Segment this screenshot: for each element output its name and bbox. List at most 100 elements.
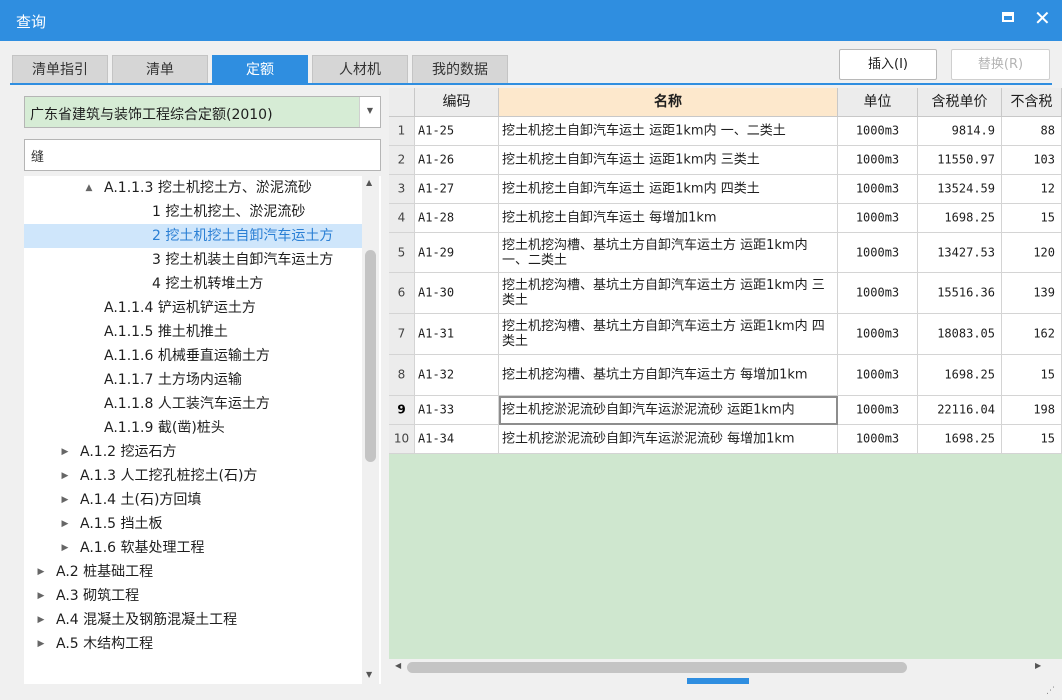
code-cell[interactable]: A1-26 [415,146,499,175]
tree-node[interactable]: ▶ A.1.6 软基处理工程 [24,536,364,560]
tax-price-header[interactable]: 含税单价 [918,88,1002,117]
tree-node[interactable]: 2 挖土机挖土自卸汽车运土方 [24,224,364,248]
chevron-down-icon[interactable]: ▼ [359,97,380,127]
tax-price-cell[interactable]: 13524.59 [918,175,1002,204]
close-icon[interactable]: ✕ [1034,6,1051,30]
code-cell[interactable]: A1-30 [415,273,499,314]
code-cell[interactable]: A1-25 [415,117,499,146]
unit-cell[interactable]: 1000m3 [838,175,918,204]
tax-price-cell[interactable]: 18083.05 [918,314,1002,355]
tree-node[interactable]: A.1.1.4 铲运机铲运土方 [24,296,364,320]
name-cell[interactable]: 挖土机挖沟槽、基坑土方自卸汽车运土方 每增加1km [499,355,838,396]
tree-node[interactable]: ▶ A.4 混凝土及钢筋混凝土工程 [24,608,364,632]
extax-price-cell[interactable]: 15 [1002,355,1062,396]
unit-cell[interactable]: 1000m3 [838,355,918,396]
tree-node[interactable]: A.1.1.8 人工装汽车运土方 [24,392,364,416]
scroll-left-icon[interactable]: ◀ [395,661,401,670]
code-cell[interactable]: A1-27 [415,175,499,204]
tree-node[interactable]: A.1.1.9 截(凿)桩头 [24,416,364,440]
collapse-icon[interactable]: ▲ [83,176,95,200]
tree-node[interactable]: ▶ A.3 砌筑工程 [24,584,364,608]
name-header[interactable]: 名称 [499,88,838,117]
name-cell[interactable]: 挖土机挖土自卸汽车运土 运距1km内 三类土 [499,146,838,175]
tree-scrollbar[interactable]: ▲ ▼ [362,176,379,684]
unit-cell[interactable]: 1000m3 [838,117,918,146]
extax-price-cell[interactable]: 12 [1002,175,1062,204]
code-cell[interactable]: A1-33 [415,396,499,425]
scroll-right-icon[interactable]: ▶ [1035,661,1041,670]
extax-price-cell[interactable]: 88 [1002,117,1062,146]
row-number-cell[interactable]: 2 [389,146,415,175]
code-cell[interactable]: A1-28 [415,204,499,233]
table-row[interactable]: 7 A1-31 挖土机挖沟槽、基坑土方自卸汽车运土方 运距1km内 四类土 1000m… [389,314,1062,355]
tab-bill[interactable]: 清单 [112,55,208,84]
extax-price-cell[interactable]: 120 [1002,233,1062,273]
extax-price-cell[interactable]: 15 [1002,425,1062,454]
row-number-cell[interactable]: 4 [389,204,415,233]
unit-cell[interactable]: 1000m3 [838,204,918,233]
extax-price-cell[interactable]: 198 [1002,396,1062,425]
name-cell[interactable]: 挖土机挖淤泥流砂自卸汽车运淤泥流砂 运距1km内 [499,396,838,425]
name-cell[interactable]: 挖土机挖土自卸汽车运土 运距1km内 一、二类土 [499,117,838,146]
row-number-cell[interactable]: 8 [389,355,415,396]
scroll-up-icon[interactable]: ▲ [366,178,372,187]
name-cell[interactable]: 挖土机挖土自卸汽车运土 每增加1km [499,204,838,233]
tree-node[interactable]: A.1.1.6 机械垂直运输土方 [24,344,364,368]
table-row[interactable]: 6 A1-30 挖土机挖沟槽、基坑土方自卸汽车运土方 运距1km内 三类土 1000m… [389,273,1062,314]
expand-icon[interactable]: ▶ [59,464,71,488]
panel-splitter-handle[interactable] [687,678,749,684]
row-number-cell[interactable]: 5 [389,233,415,273]
extax-price-cell[interactable]: 162 [1002,314,1062,355]
tab-bill-guide[interactable]: 清单指引 [12,55,108,84]
grid-horizontal-scrollbar[interactable]: ◀ ▶ [389,659,1049,676]
tree-node[interactable]: ▶ A.1.5 挡土板 [24,512,364,536]
expand-icon[interactable]: ▶ [59,440,71,464]
tree-node[interactable]: A.1.1.7 土方场内运输 [24,368,364,392]
insert-button[interactable]: 插入(I) [839,49,937,80]
table-row[interactable]: 3 A1-27 挖土机挖土自卸汽车运土 运距1km内 四类土 1000m3 13524.… [389,175,1062,204]
unit-cell[interactable]: 1000m3 [838,396,918,425]
row-number-cell[interactable]: 7 [389,314,415,355]
unit-cell[interactable]: 1000m3 [838,146,918,175]
unit-cell[interactable]: 1000m3 [838,425,918,454]
code-cell[interactable]: A1-34 [415,425,499,454]
table-row[interactable]: 9 A1-33 挖土机挖淤泥流砂自卸汽车运淤泥流砂 运距1km内 1000m3 2211… [389,396,1062,425]
code-cell[interactable]: A1-31 [415,314,499,355]
expand-icon[interactable]: ▶ [59,488,71,512]
row-number-cell[interactable]: 3 [389,175,415,204]
name-cell[interactable]: 挖土机挖沟槽、基坑土方自卸汽车运土方 运距1km内 一、二类土 [499,233,838,273]
code-header[interactable]: 编码 [415,88,499,117]
code-cell[interactable]: A1-29 [415,233,499,273]
table-row[interactable]: 8 A1-32 挖土机挖沟槽、基坑土方自卸汽车运土方 每增加1km 1000m3 169… [389,355,1062,396]
tax-price-cell[interactable]: 11550.97 [918,146,1002,175]
unit-cell[interactable]: 1000m3 [838,233,918,273]
maximize-icon[interactable] [1002,12,1014,22]
tree-node[interactable]: A.1.1.5 推土机推土 [24,320,364,344]
tree-node[interactable]: 4 挖土机转堆土方 [24,272,364,296]
tree-node[interactable]: 3 挖土机装土自卸汽车运土方 [24,248,364,272]
resize-grip-icon[interactable]: ⋰ [1046,686,1055,696]
table-row[interactable]: 2 A1-26 挖土机挖土自卸汽车运土 运距1km内 三类土 1000m3 11550.… [389,146,1062,175]
name-cell[interactable]: 挖土机挖土自卸汽车运土 运距1km内 四类土 [499,175,838,204]
expand-icon[interactable]: ▶ [35,632,47,656]
expand-icon[interactable]: ▶ [35,560,47,584]
unit-header[interactable]: 单位 [838,88,918,117]
table-row[interactable]: 4 A1-28 挖土机挖土自卸汽车运土 每增加1km 1000m3 1698.25 15 [389,204,1062,233]
table-row[interactable]: 1 A1-25 挖土机挖土自卸汽车运土 运距1km内 一、二类土 1000m3 9814… [389,117,1062,146]
tax-price-cell[interactable]: 13427.53 [918,233,1002,273]
name-cell[interactable]: 挖土机挖沟槽、基坑土方自卸汽车运土方 运距1km内 三类土 [499,273,838,314]
row-number-cell[interactable]: 9 [389,396,415,425]
table-row[interactable]: 10 A1-34 挖土机挖淤泥流砂自卸汽车运淤泥流砂 每增加1km 1000m3 169… [389,425,1062,454]
tree-scroll-thumb[interactable] [365,250,376,462]
grid-scroll-thumb[interactable] [407,662,907,673]
tax-price-cell[interactable]: 9814.9 [918,117,1002,146]
tax-price-cell[interactable]: 1698.25 [918,355,1002,396]
expand-icon[interactable]: ▶ [35,608,47,632]
tree-node[interactable]: ▶ A.1.4 土(石)方回填 [24,488,364,512]
row-number-header[interactable] [389,88,415,117]
row-number-cell[interactable]: 6 [389,273,415,314]
tree-node[interactable]: ▲ A.1.1.3 挖土机挖土方、淤泥流砂 [24,176,364,200]
tree-node[interactable]: ▶ A.2 桩基础工程 [24,560,364,584]
quota-library-select[interactable]: 广东省建筑与装饰工程综合定额(2010) ▼ [24,96,381,128]
tab-quota[interactable]: 定额 [212,55,308,84]
